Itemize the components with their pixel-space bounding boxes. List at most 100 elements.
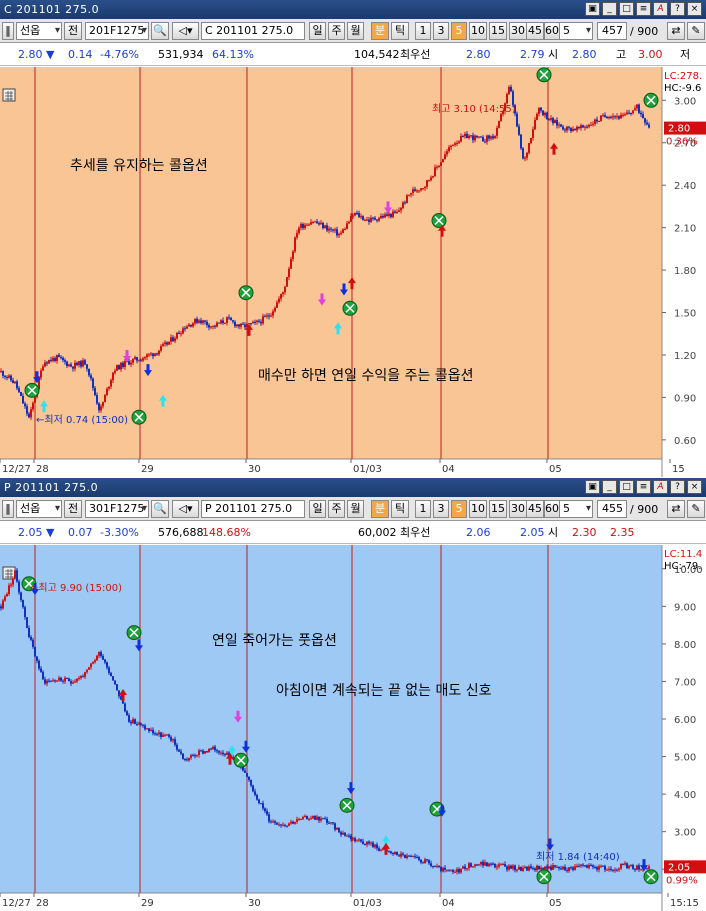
candle-body [358,213,360,218]
interval-select[interactable]: 5 [559,22,593,40]
interval-10-button[interactable]: 10 [469,22,487,40]
candle-body [256,794,258,800]
interval-1-button[interactable]: 1 [415,22,431,40]
candle-body [452,144,454,146]
tools-icon[interactable]: ✎ [687,500,705,518]
interval-select[interactable]: 5 [559,500,593,518]
interval-10-button[interactable]: 10 [469,500,487,518]
font-icon[interactable]: A [653,480,668,494]
jeon-button[interactable]: 전 [64,500,82,518]
tick-button[interactable]: 틱 [391,500,409,518]
settings-icon[interactable]: ≡ [636,2,651,16]
name-field[interactable]: C 201101 275.0 [201,22,305,40]
lc-readout: LC:278. [664,71,702,82]
period-day-button[interactable]: 일 [309,500,326,518]
period-month-button[interactable]: 월 [347,500,364,518]
name-field[interactable]: P 201101 275.0 [201,500,305,518]
candle-body [48,359,50,364]
candle-body [540,867,542,870]
candle-body [268,814,270,822]
candle-body [470,135,472,137]
period-day-button[interactable]: 일 [309,22,326,40]
interval-3-button[interactable]: 3 [433,500,449,518]
candle-body [304,224,306,228]
tick-button[interactable]: 틱 [391,22,409,40]
code-select[interactable]: 301F1275 [85,500,149,518]
call-window-titlebar[interactable]: C 201101 275.0 ▣ _ □ ≡ A ? × [0,0,706,19]
volume: 576,688 [158,526,204,539]
y-tick-label: 1.80 [674,266,696,277]
x-axis-area [0,459,662,477]
minute-button[interactable]: 분 [371,500,389,518]
close-icon[interactable]: × [687,2,702,16]
interval-3-button[interactable]: 3 [433,22,449,40]
candle-body [360,839,362,842]
candle-body [450,145,452,148]
candle-body [140,360,142,362]
minimize-icon[interactable]: _ [602,480,617,494]
minimize-icon[interactable]: _ [602,2,617,16]
candle-body [206,751,208,753]
candle-body [178,332,180,335]
settings-icon[interactable]: ≡ [636,480,651,494]
candle-body [14,381,16,384]
candle-body [52,358,54,361]
annotation-text-2: 매수만 하면 연일 수익을 주는 콜옵션 [258,368,473,384]
candle-body [230,317,232,321]
compare-icon[interactable]: ⇄ [667,500,685,518]
period-month-button[interactable]: 월 [347,22,364,40]
code-select[interactable]: 201F1275 [85,22,149,40]
search-icon[interactable]: 🔍 [151,22,169,40]
candle-body [254,321,256,323]
count-field[interactable]: 457 [597,22,627,40]
period-week-button[interactable]: 주 [328,500,345,518]
speaker-icon[interactable]: ◁▾ [172,500,199,518]
x-tick-label: 15:15 [670,898,699,909]
market-select[interactable]: 선옵 [16,22,62,40]
help-icon[interactable]: ? [670,480,685,494]
period-week-button[interactable]: 주 [328,22,345,40]
search-icon[interactable]: 🔍 [151,500,169,518]
candle-body [48,680,50,682]
count-field[interactable]: 455 [597,500,627,518]
interval-5-button[interactable]: 5 [451,500,467,518]
candle-body [464,133,466,137]
put-toolbar: ‖ 선옵 전 301F1275 🔍 ◁▾ P 201101 275.0 일 주 … [0,497,706,521]
market-select[interactable]: 선옵 [16,500,62,518]
call-price-chart[interactable]: 3.002.702.402.101.801.501.200.900.6012/2… [0,67,706,477]
best-ask: 2.79 [520,48,545,61]
interval-15-button[interactable]: 15 [489,500,507,518]
interval-45-button[interactable]: 45 [526,22,544,40]
jeon-button[interactable]: 전 [64,22,82,40]
font-icon[interactable]: A [653,2,668,16]
current-price: 2.80 [18,48,43,61]
interval-60-button[interactable]: 60 [544,22,560,40]
interval-30-button[interactable]: 30 [509,22,527,40]
toolbar-handle-icon[interactable]: ‖ [2,22,14,40]
interval-15-button[interactable]: 15 [489,22,507,40]
link-icon[interactable]: ▣ [585,480,600,494]
maximize-icon[interactable]: □ [619,480,634,494]
put-window-titlebar[interactable]: P 201101 275.0 ▣ _ □ ≡ A ? × [0,478,706,497]
x-tick-label: 05 [549,464,562,475]
close-icon[interactable]: × [687,480,702,494]
interval-1-button[interactable]: 1 [415,500,431,518]
interval-60-button[interactable]: 60 [544,500,560,518]
maximize-icon[interactable]: □ [619,2,634,16]
candle-body [60,677,62,681]
speaker-icon[interactable]: ◁▾ [172,22,199,40]
interval-45-button[interactable]: 45 [526,500,544,518]
minute-button[interactable]: 분 [371,22,389,40]
help-icon[interactable]: ? [670,2,685,16]
put-price-chart[interactable]: 10.009.008.007.006.005.004.003.002.0012/… [0,545,706,911]
candle-body [60,357,62,359]
compare-icon[interactable]: ⇄ [667,22,685,40]
toolbar-handle-icon[interactable]: ‖ [2,500,14,518]
link-icon[interactable]: ▣ [585,2,600,16]
interval-5-button[interactable]: 5 [451,22,467,40]
candle-body [484,862,486,866]
candle-body [274,821,276,823]
interval-30-button[interactable]: 30 [509,500,527,518]
tools-icon[interactable]: ✎ [687,22,705,40]
candle-body [88,368,90,376]
